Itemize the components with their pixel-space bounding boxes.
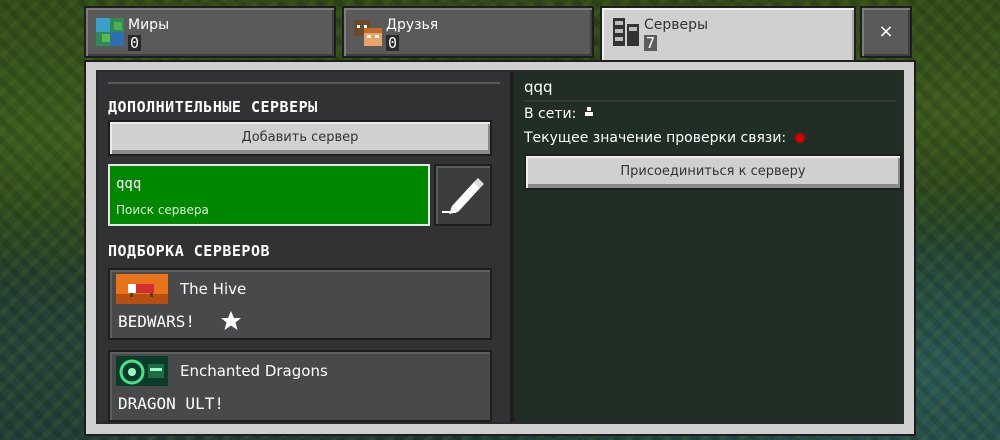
tab-friends-count: 0 — [386, 34, 400, 52]
tab-servers-label: Серверы — [644, 17, 709, 33]
tab-servers-count: 7 — [644, 34, 658, 52]
featured-server-tag: BEDWARS! — [118, 312, 196, 331]
servers-icon — [610, 16, 642, 48]
edit-server-button[interactable] — [434, 164, 492, 226]
tab-servers[interactable]: Серверы 7 — [600, 6, 856, 64]
online-status-line: В сети: — [524, 106, 595, 122]
panel-content: ДОПОЛНИТЕЛЬНЫЕ СЕРВЕРЫ Добавить сервер q… — [96, 70, 904, 424]
hive-thumbnail — [116, 274, 168, 304]
ping-status-dot-icon — [794, 133, 805, 143]
tab-worlds-label: Миры — [128, 17, 170, 33]
enchanted-dragons-thumbnail — [116, 356, 168, 386]
add-server-label: Добавить сервер — [241, 130, 359, 145]
player-icon — [583, 106, 595, 122]
star-icon — [220, 310, 242, 336]
join-server-button[interactable]: Присоединиться к серверу — [524, 154, 902, 190]
world-icon — [94, 16, 126, 48]
server-name: qqq — [116, 176, 142, 192]
add-server-button[interactable]: Добавить сервер — [108, 120, 492, 156]
server-list-item[interactable]: qqq Поиск сервера — [108, 164, 430, 226]
featured-servers-title: ПОДБОРКА СЕРВЕРОВ — [108, 242, 271, 260]
server-status: Поиск сервера — [116, 203, 209, 217]
tab-worlds-count: 0 — [128, 34, 142, 52]
servers-panel: ДОПОЛНИТЕЛЬНЫЕ СЕРВЕРЫ Добавить сервер q… — [84, 60, 916, 436]
tab-friends-label: Друзья — [386, 17, 439, 33]
featured-server-tag: DRAGON ULT! — [118, 394, 224, 413]
online-label: В сети: — [524, 106, 577, 122]
pencil-icon — [436, 178, 490, 228]
additional-servers-title: ДОПОЛНИТЕЛЬНЫЕ СЕРВЕРЫ — [108, 98, 318, 116]
server-list-column[interactable]: ДОПОЛНИТЕЛЬНЫЕ СЕРВЕРЫ Добавить сервер q… — [98, 72, 510, 422]
ping-label: Текущее значение проверки связи: — [524, 130, 787, 146]
featured-server-name: Enchanted Dragons — [180, 362, 328, 380]
featured-server-item[interactable]: Enchanted Dragons DRAGON ULT! — [108, 350, 492, 422]
close-icon: × — [878, 21, 894, 42]
featured-server-item[interactable]: The Hive BEDWARS! — [108, 268, 492, 340]
featured-server-name: The Hive — [180, 280, 247, 298]
divider-line — [108, 82, 500, 84]
server-detail-name: qqq — [524, 78, 896, 102]
tab-friends[interactable]: Друзья 0 — [342, 6, 594, 58]
tab-worlds[interactable]: Миры 0 — [84, 6, 336, 58]
ping-status-line: Текущее значение проверки связи: — [524, 130, 805, 146]
close-button[interactable]: × — [860, 6, 912, 58]
server-details-column: qqq В сети: Текущее значение проверки св… — [514, 72, 902, 422]
friends-icon — [352, 16, 384, 48]
join-server-label: Присоединиться к серверу — [620, 164, 806, 179]
